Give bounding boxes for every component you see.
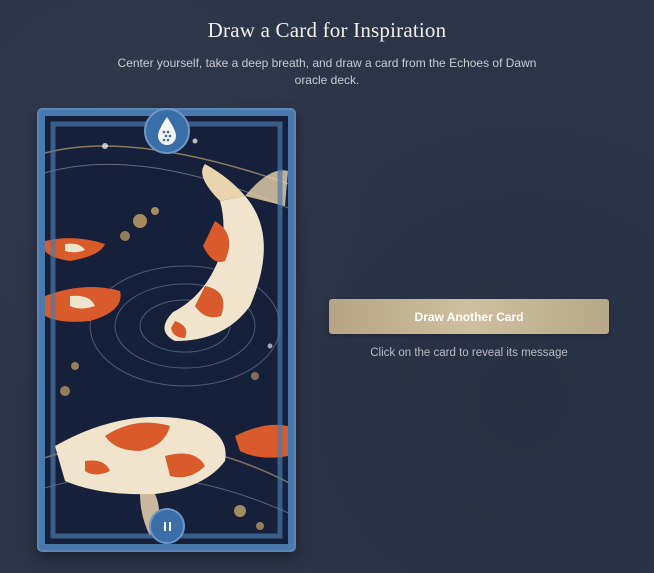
card-artwork (45, 116, 288, 544)
pause-icon (163, 521, 171, 531)
oracle-card[interactable] (37, 108, 296, 552)
page-subtitle: Center yourself, take a deep breath, and… (117, 56, 537, 87)
reveal-hint: Click on the card to reveal its message (370, 347, 568, 359)
pause-button[interactable] (149, 508, 185, 544)
water-drop-badge (144, 108, 190, 154)
koi-pond-illustration (45, 116, 288, 544)
draw-another-card-button[interactable]: Draw Another Card (329, 299, 609, 334)
water-drop-icon (158, 117, 176, 145)
page-title: Draw a Card for Inspiration (207, 18, 447, 42)
